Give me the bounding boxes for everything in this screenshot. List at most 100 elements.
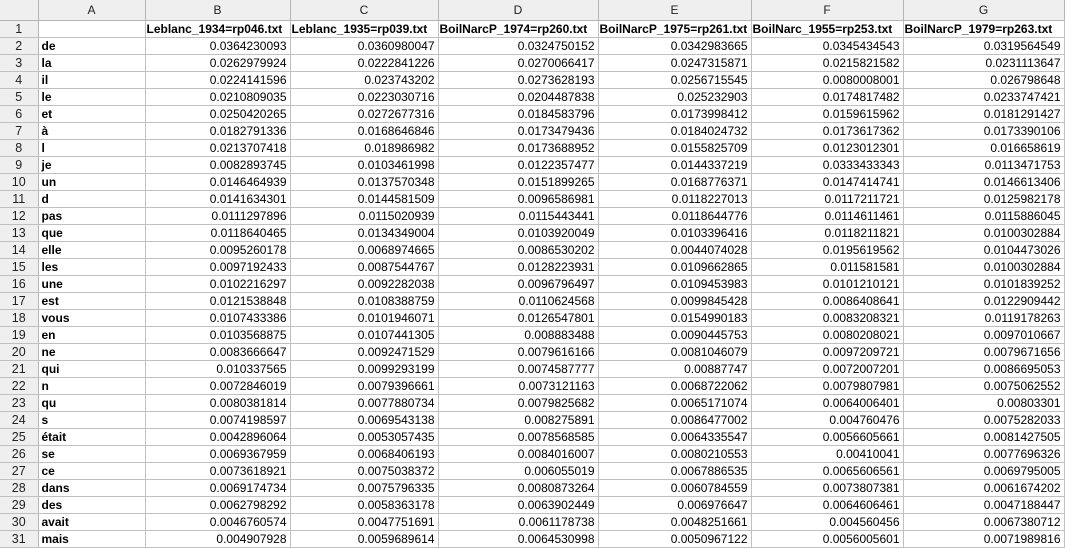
cell[interactable]: 0.0213707418: [145, 139, 291, 157]
row-header[interactable]: 19: [0, 326, 39, 344]
cell[interactable]: 0.0059689614: [290, 530, 439, 548]
row-header[interactable]: 31: [0, 530, 39, 548]
cell-word[interactable]: l: [38, 139, 146, 157]
cell[interactable]: 0.0075062552: [903, 377, 1065, 395]
cell-word[interactable]: et: [38, 105, 146, 123]
cell[interactable]: 0.0360980047: [290, 37, 439, 55]
cell[interactable]: 0.0155825709: [598, 139, 752, 157]
cell[interactable]: 0.0146464939: [145, 173, 291, 191]
cell[interactable]: 0.0056605661: [751, 428, 904, 446]
cell[interactable]: 0.0061674202: [903, 479, 1065, 497]
cell[interactable]: 0.0100302884: [903, 224, 1065, 242]
cell[interactable]: 0.0064006401: [751, 394, 904, 412]
cell[interactable]: 0.0107441305: [290, 326, 439, 344]
cell-word[interactable]: en: [38, 326, 146, 344]
column-header-d[interactable]: D: [438, 0, 599, 21]
row-header[interactable]: 6: [0, 105, 39, 123]
cell-word[interactable]: la: [38, 54, 146, 72]
cell[interactable]: 0.0210809035: [145, 88, 291, 106]
cell[interactable]: 0.0101946071: [290, 309, 439, 327]
cell[interactable]: 0.0159615962: [751, 105, 904, 123]
cell[interactable]: Leblanc_1934=rp046.txt: [145, 20, 291, 38]
cell[interactable]: 0.0102216297: [145, 275, 291, 293]
cell[interactable]: 0.0099845428: [598, 292, 752, 310]
cell[interactable]: 0.0118227013: [598, 190, 752, 208]
cell[interactable]: 0.0092471529: [290, 343, 439, 361]
column-header-f[interactable]: F: [751, 0, 904, 21]
cell[interactable]: 0.0065171074: [598, 394, 752, 412]
row-header[interactable]: 24: [0, 411, 39, 429]
cell[interactable]: 0.0068722062: [598, 377, 752, 395]
cell-word[interactable]: [38, 20, 146, 38]
cell[interactable]: 0.0086477002: [598, 411, 752, 429]
select-all-corner[interactable]: [0, 0, 39, 21]
cell[interactable]: 0.0086408641: [751, 292, 904, 310]
cell[interactable]: 0.0115020939: [290, 207, 439, 225]
cell[interactable]: 0.0141634301: [145, 190, 291, 208]
row-header[interactable]: 20: [0, 343, 39, 361]
cell[interactable]: 0.0042896064: [145, 428, 291, 446]
cell[interactable]: 0.0080381814: [145, 394, 291, 412]
row-header[interactable]: 22: [0, 377, 39, 395]
cell[interactable]: 0.0069543138: [290, 411, 439, 429]
row-header[interactable]: 30: [0, 513, 39, 531]
cell[interactable]: 0.0072007201: [751, 360, 904, 378]
cell[interactable]: 0.0103568875: [145, 326, 291, 344]
cell-word[interactable]: je: [38, 156, 146, 174]
cell[interactable]: 0.0109453983: [598, 275, 752, 293]
cell-word[interactable]: mais: [38, 530, 146, 548]
row-header[interactable]: 26: [0, 445, 39, 463]
cell[interactable]: 0.0056005601: [751, 530, 904, 548]
cell-word[interactable]: s: [38, 411, 146, 429]
row-header[interactable]: 13: [0, 224, 39, 242]
cell[interactable]: 0.0272677316: [290, 105, 439, 123]
cell[interactable]: 0.0270066417: [438, 54, 599, 72]
cell[interactable]: 0.006976647: [598, 496, 752, 514]
cell[interactable]: 0.023743202: [290, 71, 439, 89]
cell-word[interactable]: de: [38, 37, 146, 55]
cell-word[interactable]: elle: [38, 241, 146, 259]
cell-word[interactable]: ce: [38, 462, 146, 480]
cell[interactable]: 0.0173688952: [438, 139, 599, 157]
cell[interactable]: 0.0060784559: [598, 479, 752, 497]
cell-word[interactable]: se: [38, 445, 146, 463]
cell[interactable]: 0.0074198597: [145, 411, 291, 429]
cell[interactable]: 0.0075038372: [290, 462, 439, 480]
cell-word[interactable]: est: [38, 292, 146, 310]
cell[interactable]: 0.0099293199: [290, 360, 439, 378]
row-header[interactable]: 14: [0, 241, 39, 259]
cell[interactable]: BoilNarc_1955=rp253.txt: [751, 20, 904, 38]
cell-word[interactable]: d: [38, 190, 146, 208]
cell[interactable]: 0.0151899265: [438, 173, 599, 191]
cell[interactable]: 0.0173479436: [438, 122, 599, 140]
cell-word[interactable]: était: [38, 428, 146, 446]
cell[interactable]: 0.004760476: [751, 411, 904, 429]
row-header[interactable]: 18: [0, 309, 39, 327]
cell[interactable]: 0.0364230093: [145, 37, 291, 55]
cell[interactable]: 0.0069174734: [145, 479, 291, 497]
cell[interactable]: 0.0319564549: [903, 37, 1065, 55]
cell[interactable]: 0.0224141596: [145, 71, 291, 89]
cell-word[interactable]: il: [38, 71, 146, 89]
cell[interactable]: 0.0100302884: [903, 258, 1065, 276]
cell[interactable]: 0.0262979924: [145, 54, 291, 72]
cell-word[interactable]: qu: [38, 394, 146, 412]
cell[interactable]: 0.0068974665: [290, 241, 439, 259]
cell[interactable]: 0.0181291427: [903, 105, 1065, 123]
cell[interactable]: 0.0080208021: [751, 326, 904, 344]
cell[interactable]: 0.0064606461: [751, 496, 904, 514]
row-header[interactable]: 11: [0, 190, 39, 208]
cell[interactable]: 0.0104473026: [903, 241, 1065, 259]
cell-word[interactable]: des: [38, 496, 146, 514]
cell[interactable]: 0.0147414741: [751, 173, 904, 191]
column-header-e[interactable]: E: [598, 0, 752, 21]
cell-word[interactable]: n: [38, 377, 146, 395]
cell-word[interactable]: dans: [38, 479, 146, 497]
cell[interactable]: 0.0047751691: [290, 513, 439, 531]
cell[interactable]: 0.0064530998: [438, 530, 599, 548]
row-header[interactable]: 7: [0, 122, 39, 140]
cell[interactable]: 0.0111297896: [145, 207, 291, 225]
cell[interactable]: 0.0095260178: [145, 241, 291, 259]
cell[interactable]: 0.016658619: [903, 139, 1065, 157]
cell[interactable]: 0.010337565: [145, 360, 291, 378]
